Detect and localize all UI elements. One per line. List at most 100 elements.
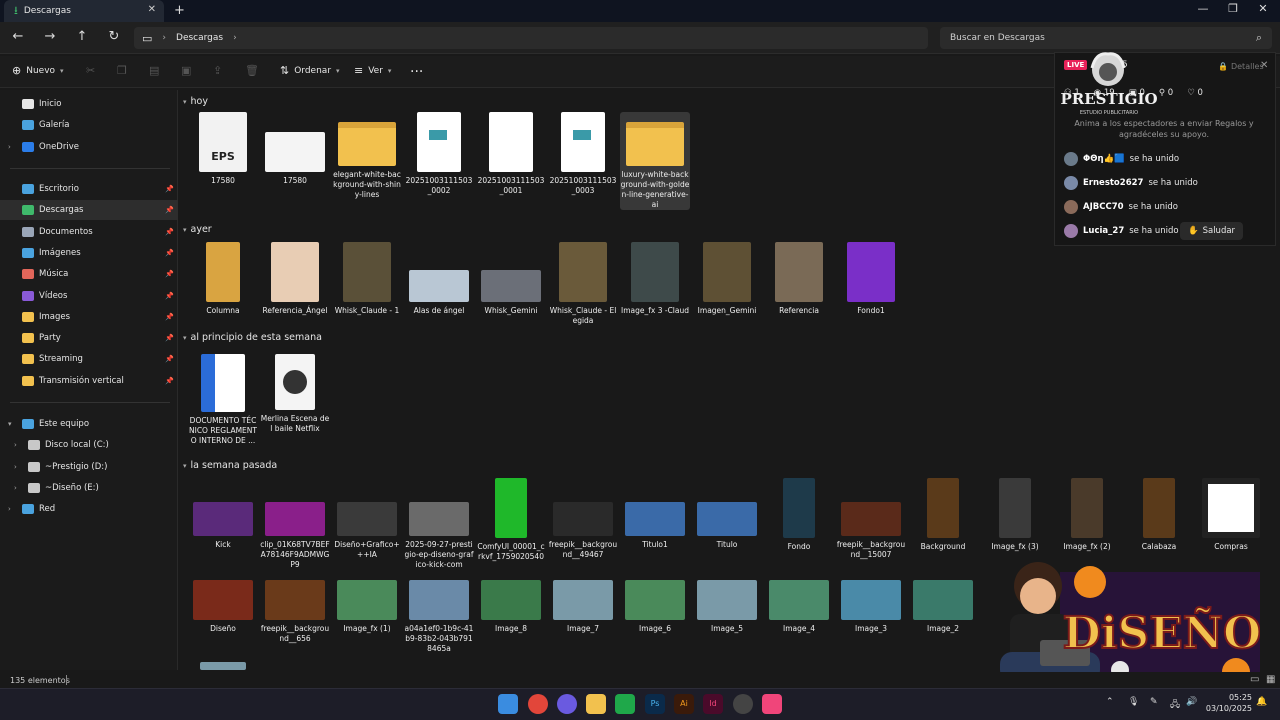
details-view-icon[interactable]: ▭ [1250, 674, 1259, 685]
file-item[interactable]: elegant-white-background-with-shiny-line… [332, 112, 402, 200]
group-header-hoy[interactable]: ▾ hoy [183, 96, 208, 107]
close-panel-icon[interactable]: ✕ [1260, 60, 1268, 71]
file-item[interactable]: Image_2 [908, 576, 978, 634]
sidebar-item[interactable]: Galería [0, 115, 178, 135]
sidebar-item[interactable]: Party 📌 [0, 328, 178, 348]
file-item[interactable]: Background [908, 478, 978, 552]
start-icon[interactable] [498, 694, 518, 714]
sidebar-item[interactable]: › ~Diseño (E:) [0, 478, 178, 498]
chevron-right-icon[interactable]: › [14, 463, 17, 471]
sidebar-item[interactable]: Música 📌 [0, 264, 178, 284]
file-item[interactable]: Image_fx 3 -Claud [620, 242, 690, 316]
file-item[interactable]: Referencia [764, 242, 834, 316]
sidebar-item[interactable]: Streaming 📌 [0, 349, 178, 369]
file-item[interactable]: Merlina Escena del baile Netflix [260, 354, 330, 434]
file-item[interactable]: Kick [188, 478, 258, 550]
file-item[interactable]: 20251003111503_0001 [476, 112, 546, 196]
tiktok-icon[interactable] [762, 694, 782, 714]
back-arrow-icon[interactable]: ← [8, 29, 28, 44]
pin-icon[interactable]: 📌 [165, 355, 174, 363]
illustrator-icon[interactable]: Ai [674, 694, 694, 714]
file-item[interactable]: Whisk_Gemini [476, 242, 546, 316]
file-item[interactable]: clip_01K68TV7BEFA78146F9ADMWGP9 [260, 478, 330, 570]
indesign-icon[interactable]: Id [703, 694, 723, 714]
clock[interactable]: 05:25 03/10/2025 [1196, 692, 1252, 714]
chevron-right-icon[interactable]: ▾ [8, 420, 12, 428]
sidebar-item[interactable]: Vídeos 📌 [0, 286, 178, 306]
delete-icon[interactable]: 🗑 [245, 64, 259, 77]
close-tab-icon[interactable]: ✕ [148, 4, 156, 15]
file-item[interactable]: Diseño [188, 576, 258, 634]
file-item[interactable]: Image_8 [476, 576, 546, 634]
sidebar-item[interactable]: › OneDrive [0, 137, 178, 157]
minimize-button[interactable]: — [1188, 2, 1218, 15]
details-button[interactable]: 🔒 Detalles [1218, 62, 1264, 71]
sidebar-item[interactable]: Inicio [0, 94, 178, 114]
group-header-pasada[interactable]: ▾ la semana pasada [183, 460, 277, 471]
file-item[interactable]: Fondo [764, 478, 834, 552]
file-item[interactable]: Compras [1196, 478, 1266, 552]
file-item[interactable]: Imagen_Gemini [692, 242, 762, 316]
file-item[interactable]: Diseño+Grafico+++IA [332, 478, 402, 560]
sidebar-item[interactable]: Descargas 📌 [0, 200, 178, 221]
refresh-icon[interactable]: ↻ [104, 29, 124, 44]
file-item[interactable]: freepik__background__49467 [548, 478, 618, 560]
file-item[interactable]: Columna [188, 242, 258, 316]
chevron-up-icon[interactable]: ⌃ [1106, 697, 1114, 707]
pin-icon[interactable]: 📌 [165, 249, 174, 257]
file-item[interactable]: Whisk_Claude - 1 [332, 242, 402, 316]
photoshop-icon[interactable]: Ps [645, 694, 665, 714]
maximize-button[interactable]: ❐ [1218, 2, 1248, 15]
file-item[interactable]: freepik__background__656 [260, 576, 330, 644]
file-item[interactable]: Image_5 [692, 576, 762, 634]
paste-icon[interactable]: ▤ [149, 64, 159, 77]
file-item[interactable]: Referencia_Ángel [260, 242, 330, 316]
sidebar-item[interactable]: › Disco local (C:) [0, 435, 178, 455]
group-header-semana[interactable]: ▾ al principio de esta semana [183, 332, 322, 343]
sidebar-item[interactable]: › ~Prestigio (D:) [0, 457, 178, 477]
notification-bell-icon[interactable]: 🔔 [1256, 697, 1267, 707]
up-arrow-icon[interactable]: ↑ [72, 29, 92, 44]
file-item[interactable]: Fondo1 [836, 242, 906, 316]
network-icon[interactable]: 🖧 [1170, 697, 1180, 713]
chevron-right-icon[interactable]: › [8, 143, 11, 151]
pin-icon[interactable]: 📌 [165, 270, 174, 278]
sidebar-item[interactable]: Escritorio 📌 [0, 179, 178, 199]
new-button[interactable]: ⊕ Nuevo ▾ [12, 64, 64, 77]
rename-icon[interactable]: ▣ [181, 64, 191, 77]
tab-descargas[interactable]: ⭳ Descargas ✕ [4, 0, 164, 22]
file-item[interactable]: DOCUMENTO TÉCNICO REGLAMENTO INTERNO DE … [188, 354, 258, 446]
file-item[interactable]: Image_6 [620, 576, 690, 634]
file-item[interactable]: Image_3 [836, 576, 906, 634]
close-window-button[interactable]: ✕ [1248, 2, 1278, 15]
file-item[interactable]: EPS 17580 [188, 112, 258, 186]
file-item[interactable]: Image_7 [548, 576, 618, 634]
obs-icon[interactable] [733, 694, 753, 714]
file-item[interactable]: Image_fx (1) [332, 576, 402, 634]
pen-icon[interactable]: ✎ [1150, 697, 1158, 707]
group-header-ayer[interactable]: ▾ ayer [183, 224, 212, 235]
share-icon[interactable]: ⇪ [213, 64, 222, 77]
sidebar-item[interactable]: › Red [0, 499, 178, 519]
sidebar-item[interactable]: ▾ Este equipo [0, 414, 178, 434]
pin-icon[interactable]: 📌 [165, 185, 174, 193]
pin-icon[interactable]: 📌 [165, 377, 174, 385]
chevron-right-icon[interactable]: › [14, 484, 17, 492]
file-item[interactable]: 17580 [260, 112, 330, 186]
file-item[interactable]: freepik__background__15007 [836, 478, 906, 560]
microphone-icon[interactable]: 🎙 [1128, 697, 1139, 707]
search-input[interactable]: Buscar en Descargas ⌕ [940, 27, 1272, 49]
sidebar-item[interactable]: Transmisión vertical 📌 [0, 371, 178, 391]
sidebar-item[interactable]: Imágenes 📌 [0, 243, 178, 263]
pin-icon[interactable]: 📌 [165, 206, 174, 214]
file-item[interactable]: Titulo1 [620, 478, 690, 550]
sidebar-item[interactable]: Images 📌 [0, 307, 178, 327]
large-icons-view-icon[interactable]: ▦ [1266, 674, 1275, 685]
pin-icon[interactable]: 📌 [165, 334, 174, 342]
file-item[interactable]: Whisk_Claude - Elegida [548, 242, 618, 326]
brave-icon[interactable] [528, 694, 548, 714]
corel-icon[interactable] [615, 694, 635, 714]
file-item[interactable]: luxury-white-background-with-golden-line… [620, 112, 690, 210]
file-thumbnail-partial[interactable] [200, 662, 246, 670]
file-item[interactable]: Titulo [692, 478, 762, 550]
